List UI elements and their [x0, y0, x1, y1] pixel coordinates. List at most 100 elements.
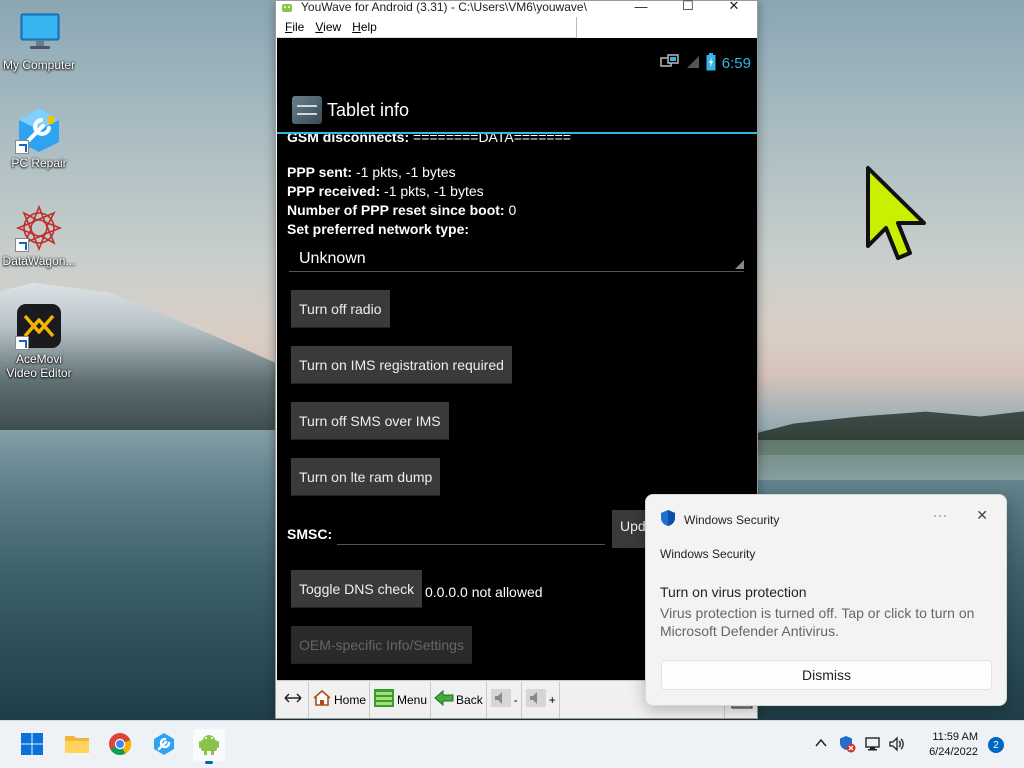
ppp-sent-value: -1 pkts, -1 bytes — [356, 164, 456, 180]
ppp-received-row: PPP received: -1 pkts, -1 bytes — [287, 183, 484, 199]
start-button[interactable] — [16, 729, 48, 761]
home-button[interactable]: Home — [309, 681, 371, 718]
oem-settings-button[interactable]: OEM-specific Info/Settings — [291, 626, 472, 664]
youwave-icon — [197, 732, 221, 759]
acemovi-icon — [15, 302, 63, 350]
window-title: YouWave for Android (3.31) - C:\Users\VM… — [301, 0, 587, 14]
volume-down-label: - — [513, 692, 518, 707]
notification-title: Turn on virus protection — [660, 584, 807, 600]
menu-view[interactable]: View — [315, 20, 341, 34]
back-button[interactable]: Back — [431, 681, 487, 718]
toggle-dns-check-button[interactable]: Toggle DNS check — [291, 570, 423, 608]
shortcut-arrow-icon — [15, 336, 29, 350]
taskbar-chrome[interactable] — [104, 729, 136, 761]
pc-repair-icon — [152, 732, 176, 759]
android-action-bar: Tablet info — [277, 88, 757, 134]
desktop-icon-my-computer[interactable]: My Computer — [0, 8, 78, 72]
window-titlebar[interactable]: YouWave for Android (3.31) - C:\Users\VM… — [276, 0, 757, 17]
desktop-icon-label: AceMovi — [15, 352, 62, 366]
minimize-button[interactable]: — — [618, 0, 664, 17]
tray-clock[interactable]: 11:59 AM 6/24/2022 — [912, 730, 978, 760]
notification-source: Windows Security — [660, 547, 756, 561]
dns-check-value: 0.0.0.0 not allowed — [425, 584, 543, 600]
volume-down-button[interactable]: - — [487, 681, 522, 718]
mouse-cursor-icon — [864, 164, 936, 264]
mandala-icon — [15, 204, 63, 252]
windows-security-notification[interactable]: Windows Security ··· ✕ Windows Security … — [645, 494, 1007, 706]
gsm-disconnects-label: GSM disconnects: — [287, 134, 410, 145]
ims-registration-button[interactable]: Turn on IMS registration required — [291, 346, 512, 384]
start-icon — [20, 732, 44, 759]
tray-network-button[interactable] — [864, 735, 882, 756]
lte-ram-dump-button[interactable]: Turn on lte ram dump — [291, 458, 441, 496]
tray-date: 6/24/2022 — [929, 746, 978, 758]
ppp-received-label: PPP received: — [287, 183, 381, 199]
wallpaper-shore — [740, 440, 1024, 480]
volume-up-label: + — [548, 692, 556, 707]
volume-up-button[interactable]: + — [522, 681, 560, 718]
desktop-icon-label: PC Repair — [11, 156, 67, 170]
network-type-value: Unknown — [299, 250, 366, 267]
shortcut-arrow-icon — [15, 140, 29, 154]
network-type-label: Set preferred network type: — [287, 221, 470, 237]
ppp-sent-label: PPP sent: — [287, 164, 353, 180]
ppp-sent-row: PPP sent: -1 pkts, -1 bytes — [287, 164, 456, 180]
back-arrow-icon — [434, 689, 454, 709]
turn-off-radio-button[interactable]: Turn off radio — [291, 290, 390, 328]
ppp-reset-row: Number of PPP reset since boot: 0 — [287, 202, 516, 218]
horizontal-arrows-icon — [283, 692, 303, 707]
more-options-button[interactable]: ··· — [933, 508, 948, 522]
menu-button[interactable]: Menu — [370, 681, 432, 718]
signal-icon — [686, 55, 700, 72]
smsc-label: SMSC: — [287, 526, 333, 542]
taskbar-pc-repair[interactable] — [148, 729, 180, 761]
close-button[interactable]: ✕ — [711, 0, 757, 17]
volume-icon — [888, 736, 906, 756]
data-sync-icon — [660, 54, 680, 73]
file-explorer-icon — [64, 733, 90, 758]
desktop-icon-label: DataWagon... — [2, 254, 76, 268]
security-warning-icon — [838, 736, 856, 756]
taskbar: 11:59 AM 6/24/2022 2 — [0, 720, 1024, 768]
ppp-reset-value: 0 — [508, 202, 517, 218]
wrench-icon — [15, 106, 63, 154]
notification-close-button[interactable]: ✕ — [976, 507, 988, 524]
gsm-disconnects-row: GSM disconnects: ========DATA======= — [287, 134, 571, 145]
home-label: Home — [334, 692, 367, 707]
tray-show-hidden-button[interactable] — [814, 736, 828, 753]
chrome-icon — [108, 732, 132, 759]
maximize-button[interactable]: ☐ — [665, 0, 711, 17]
page-title: Tablet info — [327, 99, 410, 120]
network-type-spinner[interactable]: Unknown — [289, 244, 744, 272]
tray-security-button[interactable] — [838, 735, 856, 756]
dismiss-button[interactable]: Dismiss — [661, 660, 992, 690]
dropdown-triangle-icon — [735, 260, 744, 269]
menu-label: Menu — [397, 692, 428, 707]
android-app-icon — [280, 1, 294, 13]
desktop-icon-datawagon[interactable]: DataWagon... — [0, 204, 78, 268]
menu-help[interactable]: Help — [352, 20, 377, 34]
menu-list-icon — [373, 687, 395, 712]
monitor-icon — [15, 8, 63, 56]
taskbar-youwave[interactable] — [193, 729, 225, 764]
tray-time: 11:59 AM — [932, 731, 978, 743]
notification-center-button[interactable]: 2 — [988, 737, 1004, 753]
tray-volume-button[interactable] — [888, 735, 906, 756]
network-icon — [864, 737, 882, 756]
ppp-reset-label: Number of PPP reset since boot: — [287, 202, 505, 218]
shortcut-arrow-icon — [15, 238, 29, 252]
network-type-label-row: Set preferred network type: — [287, 221, 469, 237]
chevron-up-icon — [814, 738, 828, 753]
smsc-row: SMSC: — [287, 526, 332, 542]
taskbar-file-explorer[interactable] — [61, 729, 93, 761]
desktop-icon-pc-repair[interactable]: PC Repair — [0, 106, 78, 170]
desktop-icon-acemovi[interactable]: AceMovi Video Editor — [0, 302, 78, 380]
smsc-input[interactable] — [337, 544, 605, 545]
sms-over-ims-button[interactable]: Turn off SMS over IMS — [291, 402, 449, 440]
gsm-disconnects-value: ========DATA======= — [413, 134, 571, 145]
desktop-icon-label: My Computer — [2, 58, 76, 72]
resize-toggle-button[interactable] — [277, 681, 309, 718]
house-icon — [312, 689, 332, 710]
menu-file[interactable]: File — [285, 20, 304, 34]
settings-app-icon[interactable] — [292, 96, 322, 124]
